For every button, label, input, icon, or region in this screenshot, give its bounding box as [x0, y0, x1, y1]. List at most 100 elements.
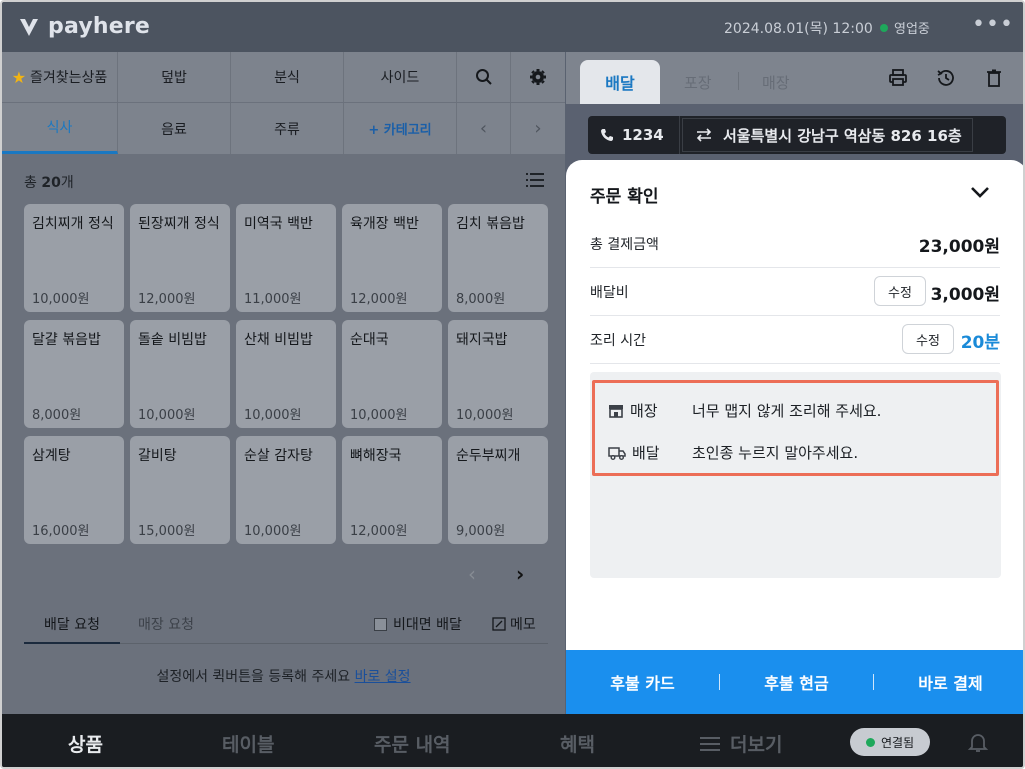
- product-card[interactable]: 돌솥 비빔밥 10,000원: [130, 320, 230, 428]
- deferred-card-button[interactable]: 후불 카드: [566, 670, 719, 694]
- product-card[interactable]: 된장찌개 정식 12,000원: [130, 204, 230, 312]
- tab-store-request[interactable]: 매장 요청: [138, 614, 194, 634]
- print-icon[interactable]: [888, 68, 908, 88]
- current-datetime: 2024.08.01(목) 12:00: [724, 21, 873, 37]
- product-price: 12,000원: [138, 292, 196, 307]
- tab-store[interactable]: 매장: [762, 72, 790, 93]
- settings-button[interactable]: [511, 52, 565, 102]
- product-price: 9,000원: [456, 524, 506, 539]
- product-card[interactable]: 육개장 백반 12,000원: [342, 204, 442, 312]
- product-card[interactable]: 김치 볶음밥 8,000원: [448, 204, 548, 312]
- list-view-icon: [526, 173, 544, 187]
- product-name: 산채 비빔밥: [244, 332, 313, 348]
- store-request-tag: 매장: [608, 400, 692, 421]
- chevron-right-icon: ›: [516, 562, 525, 586]
- product-card[interactable]: 삼계탕 16,000원: [24, 436, 124, 544]
- brand-name: payhere: [48, 14, 151, 39]
- product-name: 삼계탕: [32, 448, 71, 464]
- nav-order-history[interactable]: 주문 내역: [374, 730, 451, 757]
- store-icon: [609, 404, 623, 418]
- product-card[interactable]: 순살 감자탕 10,000원: [236, 436, 336, 544]
- request-tabs: 배달 요청 매장 요청 비대면 배달 메모: [24, 610, 548, 644]
- delivery-address: 서울특별시 강남구 역삼동 826 16층: [682, 118, 973, 152]
- product-card[interactable]: 뼈해장국 12,000원: [342, 436, 442, 544]
- customer-info-bar[interactable]: 1234 서울특별시 강남구 역삼동 826 16층: [588, 116, 1006, 154]
- search-icon: [475, 69, 492, 85]
- more-menu-button[interactable]: •••: [972, 12, 1014, 37]
- product-card[interactable]: 돼지국밥 10,000원: [448, 320, 548, 428]
- product-name: 미역국 백반: [244, 216, 313, 232]
- product-price: 10,000원: [456, 408, 514, 423]
- product-card[interactable]: 순대국 10,000원: [342, 320, 442, 428]
- product-panel: ★ 즐겨찾는상품 덮밥 분식 사이드 식사 음료 주류 + 카테고리 ‹ › 총…: [2, 52, 565, 714]
- memo-button[interactable]: 메모: [492, 614, 536, 634]
- tab-delivery-request[interactable]: 배달 요청: [24, 614, 120, 644]
- product-price: 10,000원: [32, 292, 90, 307]
- address-text: 서울특별시 강남구 역삼동 826 16층: [723, 126, 962, 145]
- product-card[interactable]: 달걀 볶음밥 8,000원: [24, 320, 124, 428]
- tab-delivery[interactable]: 배달: [580, 60, 660, 104]
- contactless-delivery-checkbox[interactable]: 비대면 배달: [374, 614, 462, 634]
- category-snack[interactable]: 분식: [231, 52, 344, 102]
- count-value: 20: [41, 175, 61, 191]
- category-alcohol[interactable]: 주류: [231, 103, 344, 154]
- checkbox-icon: [374, 617, 387, 631]
- page-prev-button[interactable]: ‹: [468, 562, 476, 586]
- count-suffix: 개: [60, 175, 74, 191]
- pay-now-button[interactable]: 바로 결제: [874, 670, 1023, 694]
- delivery-request-text: 초인종 누르지 말아주세요.: [692, 444, 859, 462]
- product-name: 돼지국밥: [456, 332, 508, 348]
- search-button[interactable]: [457, 52, 511, 102]
- nav-products[interactable]: 상품: [68, 730, 103, 757]
- tab-takeout[interactable]: 포장: [684, 72, 712, 93]
- product-card[interactable]: 김치찌개 정식 10,000원: [24, 204, 124, 312]
- nav-tables[interactable]: 테이블: [222, 730, 274, 757]
- product-card[interactable]: 산채 비빔밥 10,000원: [236, 320, 336, 428]
- product-price: 16,000원: [32, 524, 90, 539]
- swap-icon: [696, 128, 712, 142]
- category-rice-bowl[interactable]: 덮밥: [118, 52, 231, 102]
- nav-more-label: 더보기: [730, 734, 783, 756]
- list-view-button[interactable]: [526, 172, 544, 192]
- store-status: 영업중: [880, 18, 930, 37]
- product-name: 순대국: [350, 332, 389, 348]
- add-category-button[interactable]: + 카테고리: [344, 103, 457, 154]
- deferred-cash-button[interactable]: 후불 현금: [720, 670, 873, 694]
- category-favorites[interactable]: ★ 즐겨찾는상품: [2, 52, 118, 102]
- category-meal[interactable]: 식사: [2, 103, 118, 154]
- quick-button-note: 설정에서 퀵버튼을 등록해 주세요 바로 설정: [2, 666, 565, 686]
- product-name: 뼈해장국: [350, 448, 402, 464]
- history-icon[interactable]: [936, 68, 956, 88]
- category-side[interactable]: 사이드: [344, 52, 457, 102]
- product-name: 김치 볶음밥: [456, 216, 525, 232]
- product-card[interactable]: 순두부찌개 9,000원: [448, 436, 548, 544]
- page-next-button[interactable]: ›: [516, 562, 524, 586]
- count-prefix: 총: [24, 175, 37, 191]
- category-prev-button[interactable]: ‹: [457, 103, 511, 154]
- cook-time-value: 20분: [960, 333, 1000, 353]
- category-next-button[interactable]: ›: [511, 103, 565, 154]
- chevron-down-icon[interactable]: [968, 180, 992, 204]
- edit-delivery-fee-button[interactable]: 수정: [874, 276, 926, 306]
- request-notes-box: 매장 너무 맵지 않게 조리해 주세요. 배달 초인종 누르지 말아주세요.: [590, 372, 1001, 578]
- product-price: 12,000원: [350, 524, 408, 539]
- product-name: 달걀 볶음밥: [32, 332, 101, 348]
- nav-benefits[interactable]: 혜택: [560, 730, 595, 757]
- product-name: 갈비탕: [138, 448, 177, 464]
- edit-cook-time-button[interactable]: 수정: [902, 324, 954, 354]
- store-request-tag-label: 매장: [630, 402, 658, 420]
- contactless-label: 비대면 배달: [393, 617, 462, 633]
- product-price: 10,000원: [244, 524, 302, 539]
- product-card[interactable]: 갈비탕 15,000원: [130, 436, 230, 544]
- go-to-settings-link[interactable]: 바로 설정: [355, 669, 411, 685]
- nav-more[interactable]: 더보기: [700, 730, 782, 757]
- payhere-logo-icon: [20, 18, 38, 36]
- product-name: 순살 감자탕: [244, 448, 313, 464]
- product-card[interactable]: 미역국 백반 11,000원: [236, 204, 336, 312]
- category-drink[interactable]: 음료: [118, 103, 231, 154]
- trash-icon[interactable]: [984, 68, 1004, 88]
- quick-button-note-text: 설정에서 퀵버튼을 등록해 주세요: [156, 669, 351, 685]
- bell-icon[interactable]: [966, 730, 990, 754]
- phone-number: 1234: [622, 126, 664, 144]
- total-amount-value: 23,000원: [918, 237, 1000, 257]
